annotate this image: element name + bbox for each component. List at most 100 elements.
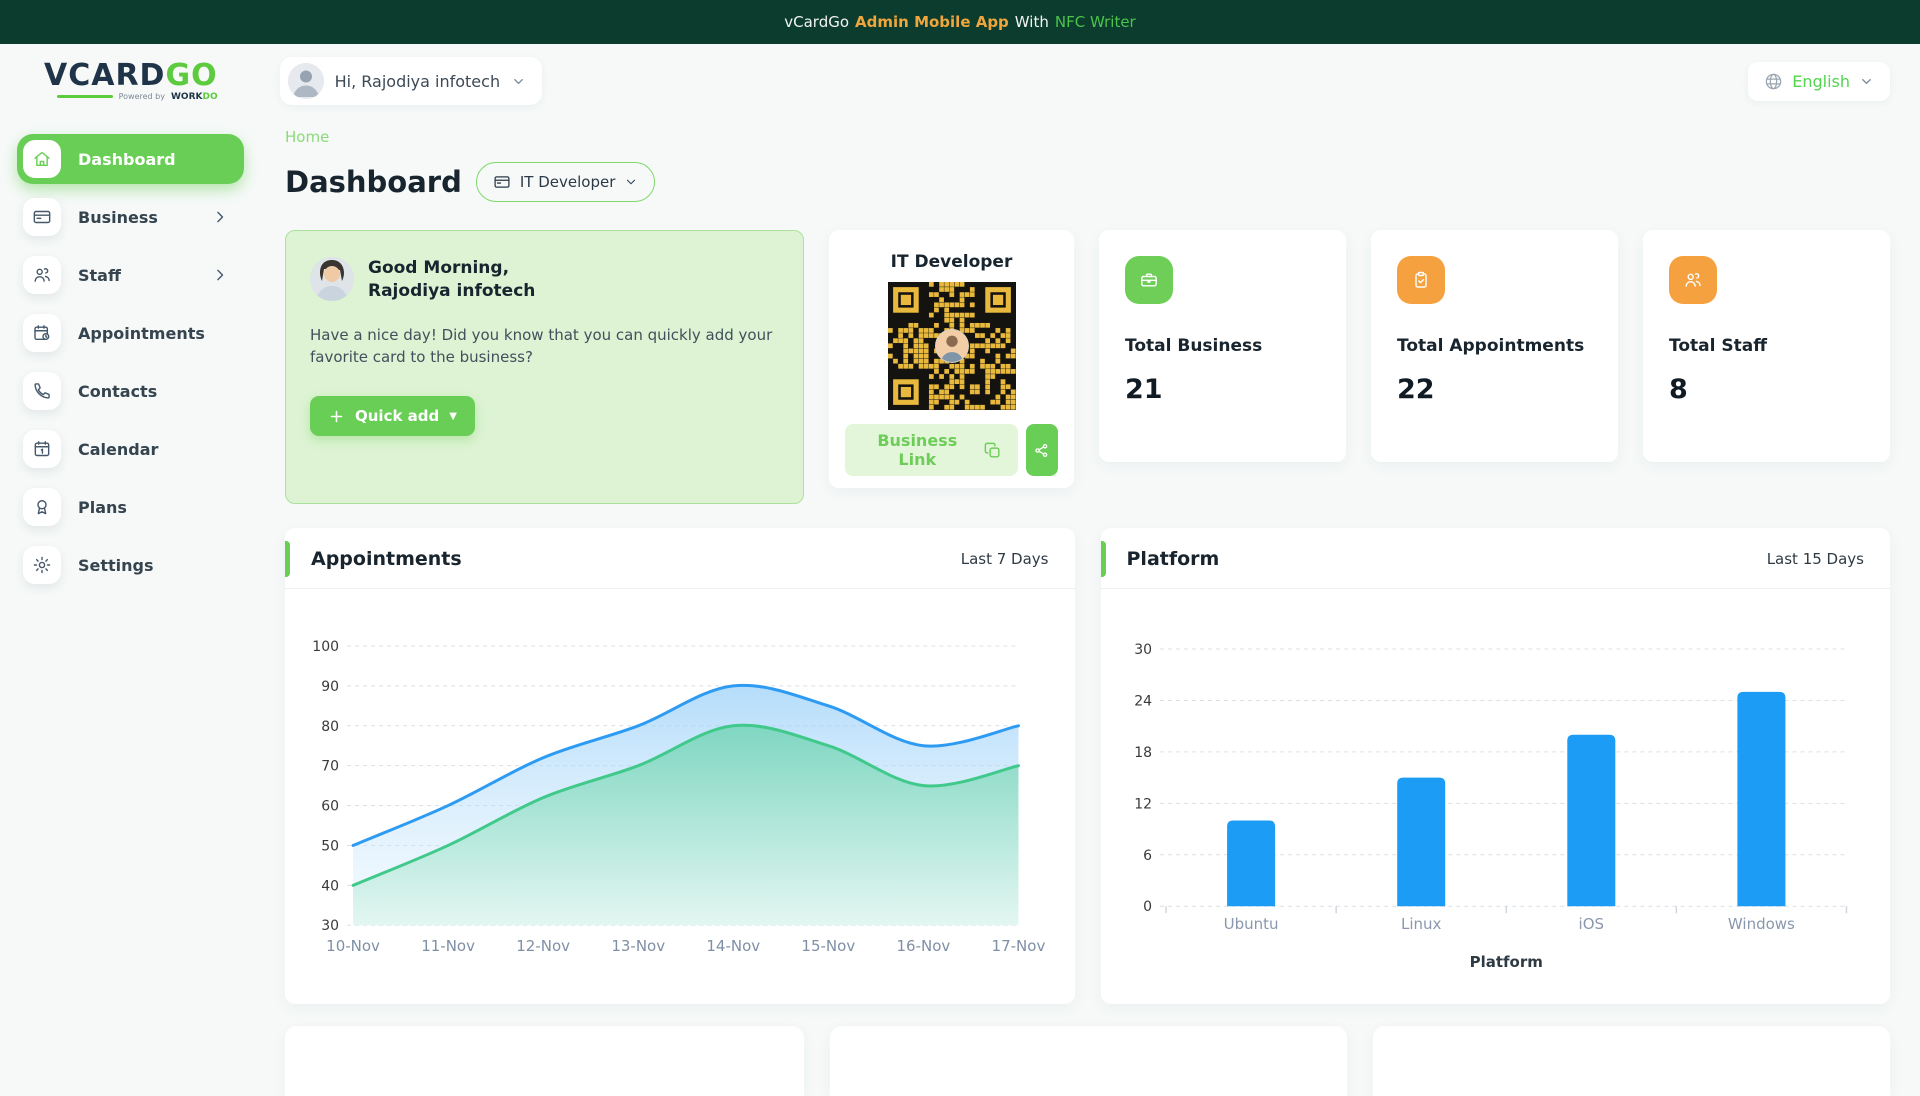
user-greeting: Hi, Rajodiya infotech bbox=[334, 71, 501, 91]
qr-code bbox=[887, 282, 1016, 410]
users-icon bbox=[23, 256, 61, 294]
sidebar-item-label: Dashboard bbox=[78, 149, 176, 169]
svg-text:50: 50 bbox=[321, 838, 339, 854]
announcement-highlight: Admin Mobile App bbox=[855, 13, 1009, 31]
phone-icon bbox=[23, 372, 61, 410]
accent-bar bbox=[1100, 541, 1106, 577]
stat-card-total-staff: Total Staff 8 bbox=[1643, 230, 1890, 462]
sidebar-item-label: Staff bbox=[78, 265, 121, 285]
svg-text:12-Nov: 12-Nov bbox=[516, 937, 570, 955]
chart-title: Platform bbox=[1126, 548, 1220, 570]
stat-card-total-appointments: Total Appointments 22 bbox=[1371, 230, 1618, 462]
chart-title: Appointments bbox=[311, 548, 462, 570]
sidebar-item-settings[interactable]: Settings bbox=[17, 540, 244, 590]
chart-canvas: 30 40 50 60 70 80 90 100 10-Nov 11-Nov 12-Nov 13-No… bbox=[285, 589, 1075, 1004]
svg-text:80: 80 bbox=[321, 719, 339, 735]
business-link-button[interactable]: Business Link bbox=[845, 424, 1018, 476]
sidebar-item-appointments[interactable]: Appointments bbox=[17, 308, 244, 358]
svg-text:70: 70 bbox=[321, 759, 339, 775]
svg-text:17-Nov: 17-Nov bbox=[992, 937, 1046, 955]
svg-text:15-Nov: 15-Nov bbox=[801, 937, 855, 955]
svg-text:10-Nov: 10-Nov bbox=[326, 937, 380, 955]
business-selector-button[interactable]: IT Developer bbox=[475, 162, 656, 202]
chevron-down-icon bbox=[624, 175, 638, 189]
briefcase-icon bbox=[1125, 256, 1173, 304]
svg-text:60: 60 bbox=[321, 799, 339, 815]
accent-bar bbox=[285, 541, 290, 577]
caret-down-icon: ▼ bbox=[449, 410, 457, 422]
sidebar-item-staff[interactable]: Staff bbox=[17, 250, 244, 300]
greeting-card: Good Morning, Rajodiya infotech Have a n… bbox=[285, 230, 804, 504]
chart-canvas: 0 6 12 18 24 30 Ubuntu Linux iOS Windows Platform bbox=[1101, 589, 1891, 1004]
stat-label: Total Business bbox=[1125, 336, 1263, 356]
greeting-line1: Good Morning, bbox=[368, 258, 510, 278]
quick-add-button[interactable]: Quick add ▼ bbox=[310, 396, 475, 437]
sidebar-item-dashboard[interactable]: Dashboard bbox=[17, 134, 244, 184]
svg-text:16-Nov: 16-Nov bbox=[897, 937, 951, 955]
greeting-line2: Rajodiya infotech bbox=[368, 280, 536, 301]
logo-wordmark: VCARDGO bbox=[44, 60, 218, 91]
svg-text:iOS: iOS bbox=[1578, 915, 1604, 933]
tagline-prefix: Powered by bbox=[118, 92, 165, 101]
breadcrumb[interactable]: Home bbox=[285, 128, 329, 146]
card-partial bbox=[285, 1026, 804, 1096]
avatar bbox=[310, 257, 354, 301]
sidebar-item-label: Appointments bbox=[78, 323, 205, 343]
chart-period: Last 7 Days bbox=[960, 550, 1049, 568]
announcement-suffix: NFC Writer bbox=[1054, 13, 1136, 31]
chevron-right-icon bbox=[210, 265, 230, 285]
chart-period: Last 15 Days bbox=[1766, 550, 1864, 568]
stat-label: Total Staff bbox=[1669, 336, 1767, 356]
calendar-clock-icon bbox=[23, 314, 61, 352]
gear-icon bbox=[23, 546, 61, 584]
plus-icon bbox=[328, 408, 345, 425]
user-menu[interactable]: Hi, Rajodiya infotech bbox=[279, 57, 543, 105]
sidebar-item-label: Contacts bbox=[78, 381, 158, 401]
svg-text:24: 24 bbox=[1134, 693, 1152, 709]
chart-card-appointments: Appointments Last 7 Days 30 40 50 60 70 80 90 10… bbox=[285, 528, 1075, 1004]
svg-text:Windows: Windows bbox=[1727, 915, 1794, 933]
sidebar-item-plans[interactable]: Plans bbox=[17, 482, 244, 532]
logo-tagline: Powered by WORKDO bbox=[44, 92, 218, 102]
svg-text:40: 40 bbox=[321, 878, 339, 894]
sidebar-item-business[interactable]: Business bbox=[17, 192, 244, 242]
svg-text:100: 100 bbox=[312, 639, 339, 655]
quick-add-label: Quick add bbox=[355, 407, 440, 426]
svg-text:6: 6 bbox=[1143, 848, 1152, 864]
language-selector[interactable]: English bbox=[1748, 61, 1890, 101]
share-icon bbox=[1033, 442, 1050, 459]
svg-text:13-Nov: 13-Nov bbox=[611, 937, 665, 955]
svg-text:12: 12 bbox=[1134, 796, 1152, 812]
svg-text:0: 0 bbox=[1143, 899, 1152, 915]
svg-text:Ubuntu: Ubuntu bbox=[1223, 915, 1278, 933]
qr-card: IT Developer Business Link bbox=[829, 230, 1074, 488]
language-label: English bbox=[1792, 71, 1850, 91]
copy-icon bbox=[983, 441, 1002, 460]
stat-value: 8 bbox=[1669, 374, 1688, 405]
sidebar-item-calendar[interactable]: Calendar bbox=[17, 424, 244, 474]
app-logo[interactable]: VCARDGO Powered by WORKDO bbox=[44, 60, 218, 102]
svg-text:30: 30 bbox=[1134, 642, 1152, 658]
award-icon bbox=[23, 488, 61, 526]
announcement-brand: vCardGo bbox=[784, 13, 850, 31]
qr-avatar bbox=[934, 329, 969, 363]
sidebar-item-contacts[interactable]: Contacts bbox=[17, 366, 244, 416]
calendar-icon bbox=[23, 430, 61, 468]
sidebar-item-label: Settings bbox=[78, 555, 154, 575]
tagline-brand: WORKDO bbox=[171, 91, 218, 102]
logo-underline bbox=[56, 95, 113, 98]
main-content: Home Dashboard IT Developer Good Morning… bbox=[268, 118, 1920, 1096]
card-icon bbox=[493, 173, 511, 191]
chart-card-platform: Platform Last 15 Days 0 6 12 18 24 30 Ubuntu Linu… bbox=[1100, 528, 1891, 1004]
stat-label: Total Appointments bbox=[1397, 336, 1585, 356]
business-link-label: Business Link bbox=[877, 431, 958, 469]
users-icon bbox=[1669, 256, 1717, 304]
announcement-connector: With bbox=[1014, 13, 1049, 31]
clipboard-check-icon bbox=[1397, 256, 1445, 304]
stat-value: 21 bbox=[1125, 374, 1163, 405]
greeting-message: Have a nice day! Did you know that you c… bbox=[310, 325, 773, 366]
svg-text:90: 90 bbox=[321, 679, 339, 695]
chevron-right-icon bbox=[210, 207, 230, 227]
share-button[interactable] bbox=[1025, 424, 1058, 476]
home-icon bbox=[23, 140, 61, 178]
